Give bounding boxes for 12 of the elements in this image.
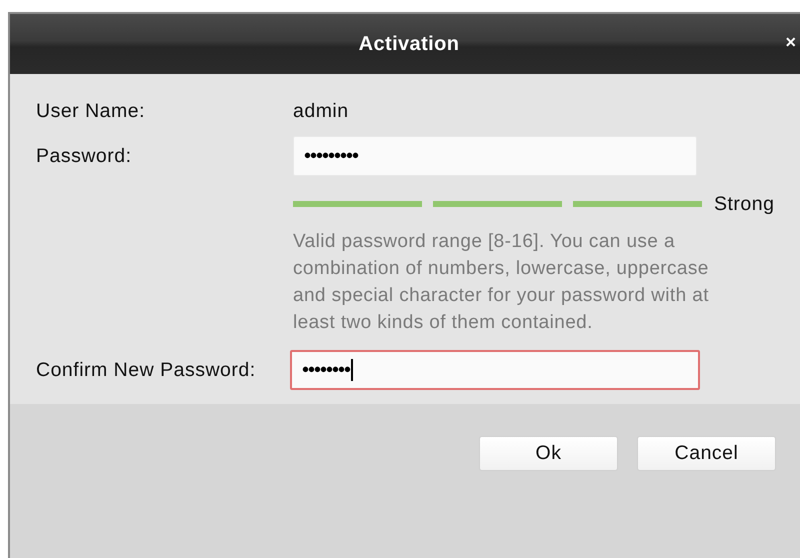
close-button[interactable]: × [781, 32, 800, 52]
dialog-title: Activation [358, 32, 460, 56]
password-field[interactable]: ••••••••• [293, 136, 697, 176]
strength-label: Strong [714, 192, 774, 216]
password-hint: Valid password range [8-16]. You can use a combination of numbers, lowercase, uppercase and special character for your password with at least two kinds of them contained. [293, 230, 710, 335]
cancel-button[interactable]: Cancel [637, 436, 776, 471]
confirm-password-label: Confirm New Password: [36, 358, 257, 382]
ok-button[interactable]: Ok [479, 436, 618, 471]
user-name-value: admin [293, 100, 349, 122]
password-label: Password: [36, 144, 133, 168]
confirm-password-field[interactable]: •••••••• [290, 350, 700, 390]
user-name-label: User Name: [36, 100, 146, 122]
